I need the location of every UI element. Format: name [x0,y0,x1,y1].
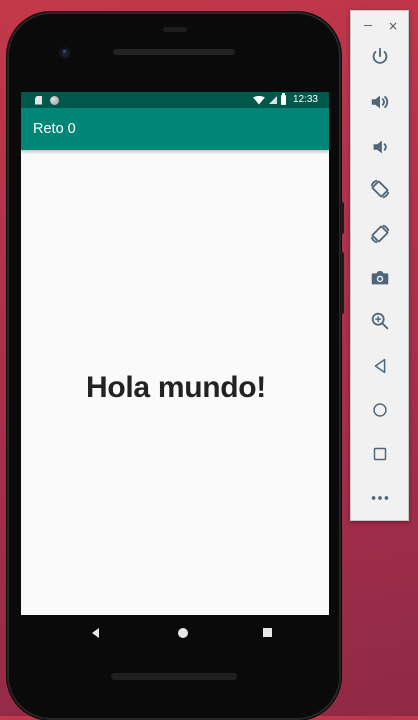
toolbar-home-button[interactable] [368,398,392,422]
phone-nav-bar [21,615,329,651]
recents-icon[interactable] [263,628,272,637]
toolbar-back-button[interactable] [368,354,392,378]
earpiece-speaker [113,49,235,55]
minimize-button[interactable] [364,25,372,26]
wifi-icon [252,95,265,105]
sync-circle-icon [50,95,59,105]
rotate-left-icon [370,179,390,199]
sd-card-icon [35,95,42,105]
app-bar: Reto 0 [21,108,329,150]
front-camera [59,47,71,59]
volume-side-button [340,252,344,314]
device-screen: 12:33 Reto 0 Hola mundo! [21,92,329,615]
hello-message: Hola mundo! [85,370,266,404]
back-icon [374,358,386,374]
back-icon[interactable] [92,628,99,638]
emulator-toolbar: × [350,10,409,521]
power-button[interactable] [368,45,392,69]
close-button[interactable]: × [388,19,398,33]
more-button[interactable] [368,486,392,510]
rotate-left-button[interactable] [368,177,392,201]
top-slot [163,27,187,32]
volume-down-button[interactable] [368,135,392,159]
status-bar: 12:33 [21,92,329,108]
app-title: Reto 0 [33,121,76,137]
cell-signal-icon [268,96,277,104]
overview-icon [373,447,387,461]
more-icon [371,496,389,500]
battery-icon [280,93,286,105]
volume-down-icon [373,140,387,154]
power-icon [372,47,388,64]
phone-frame: 12:33 Reto 0 Hola mundo! [7,12,344,720]
zoom-icon [371,312,389,330]
rotate-right-button[interactable] [368,222,392,246]
camera-icon [371,271,389,285]
volume-up-button[interactable] [368,90,392,114]
main-content: Hola mundo! [21,150,329,615]
home-icon[interactable] [178,628,188,638]
zoom-button[interactable] [368,309,392,333]
volume-up-icon [371,95,389,109]
rotate-right-icon [370,224,390,244]
home-icon [373,403,387,417]
screenshot-button[interactable] [368,266,392,290]
toolbar-window-controls: × [351,19,408,33]
overview-button[interactable] [368,442,392,466]
status-clock: 12:33 [292,94,318,105]
power-side-button [340,202,344,234]
bottom-speaker [111,673,237,680]
